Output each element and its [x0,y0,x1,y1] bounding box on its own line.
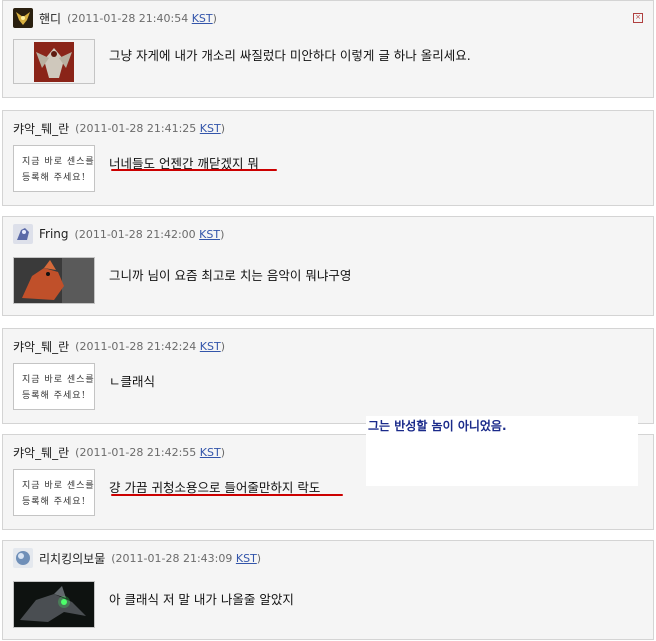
comment-text: 아 클래식 저 말 내가 나올줄 알았지 [109,592,294,607]
comment-timestamp: (2011-01-28 21:42:00 KST) [74,227,225,241]
comment-timestamp: (2011-01-28 21:40:54 KST) [67,11,217,25]
comment-thumbnail [13,39,95,84]
comment-thumbnail: 지금 바로 센스를 등록해 주세요! [13,145,95,192]
orb-avatar-icon [13,548,33,568]
comment-timestamp: (2011-01-28 21:42:55 KST) [75,445,226,459]
overlay-note-text: 그는 반성할 놈이 아니었음. [368,419,507,433]
bat-emblem-icon [13,8,33,28]
author-name[interactable]: Fring [39,227,69,241]
thumb-caption-line1: 지금 바로 센스를 [22,375,95,385]
comment-header: 핸디 (2011-01-28 21:40:54 KST) [13,8,217,28]
kst-link[interactable]: KST [200,340,221,353]
dragon-image [14,582,94,627]
author-name[interactable]: 리치킹의보물 [39,550,105,567]
author-name[interactable]: 캬악_퉤_란 [13,444,69,461]
figure-image [14,40,94,83]
thumb-caption-line2: 등록해 주세요! [22,173,87,183]
comment-card: 캬악_퉤_란 (2011-01-28 21:42:24 KST) 지금 바로 센… [2,328,654,424]
comment-thumbnail: 지금 바로 센스를 등록해 주세요! [13,363,95,410]
red-underline [111,494,343,496]
comment-card: 핸디 (2011-01-28 21:40:54 KST) × 그냥 자게에 내가… [2,0,654,98]
thumb-caption-line1: 지금 바로 센스를 [22,481,95,491]
author-name[interactable]: 핸디 [39,10,61,27]
kst-link[interactable]: KST [200,446,221,459]
overlay-note: 그는 반성할 놈이 아니었음. [366,416,638,486]
kst-link[interactable]: KST [236,552,257,565]
thumb-caption-line1: 지금 바로 센스를 [22,157,95,167]
comment-card: 캬악_퉤_란 (2011-01-28 21:41:25 KST) 지금 바로 센… [2,110,654,206]
comment-header: 캬악_퉤_란 (2011-01-28 21:41:25 KST) [13,119,225,137]
comment-timestamp: (2011-01-28 21:42:24 KST) [75,339,226,353]
comment-card: Fring (2011-01-28 21:42:00 KST) 그니까 님이 요… [2,216,654,316]
author-name[interactable]: 캬악_퉤_란 [13,338,69,355]
kst-link[interactable]: KST [200,122,221,135]
kst-link[interactable]: KST [199,228,220,241]
comment-text: ㄴ클래식 [109,374,156,389]
comment-header: 리치킹의보물 (2011-01-28 21:43:09 KST) [13,548,262,568]
red-underline [111,169,277,171]
robot-avatar-icon [13,224,33,244]
comment-thumbnail [13,581,95,628]
creature-image [14,258,94,303]
comment-thumbnail [13,257,95,304]
comment-timestamp: (2011-01-28 21:41:25 KST) [75,121,226,135]
comment-text: 그니까 님이 요즘 최고로 치는 음악이 뭐냐구영 [109,268,352,283]
thumb-caption-line2: 등록해 주세요! [22,391,87,401]
comment-header: 캬악_퉤_란 (2011-01-28 21:42:24 KST) [13,337,225,355]
author-name[interactable]: 캬악_퉤_란 [13,120,69,137]
comment-text: 그냥 자게에 내가 개소리 싸질렀다 미안하다 이렇게 글 하나 올리세요. [109,48,471,63]
comment-header: 캬악_퉤_란 (2011-01-28 21:42:55 KST) [13,443,225,461]
kst-link[interactable]: KST [192,12,213,25]
comment-timestamp: (2011-01-28 21:43:09 KST) [111,551,262,565]
thumb-caption-line2: 등록해 주세요! [22,497,87,507]
comment-thumbnail: 지금 바로 센스를 등록해 주세요! [13,469,95,516]
close-icon[interactable]: × [633,13,643,23]
comment-header: Fring (2011-01-28 21:42:00 KST) [13,224,225,244]
comment-card: 리치킹의보물 (2011-01-28 21:43:09 KST) 아 클래식 저… [2,540,654,640]
